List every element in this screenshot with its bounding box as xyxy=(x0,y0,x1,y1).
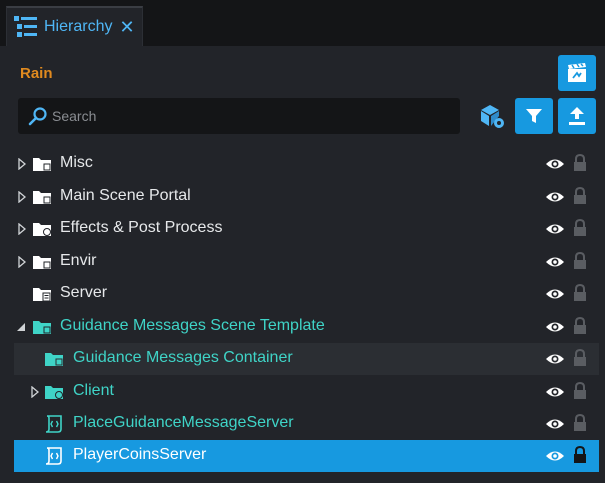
expand-arrow-icon[interactable] xyxy=(17,256,27,268)
tree-item[interactable]: Server xyxy=(14,278,599,310)
tree-item-label: PlaceGuidanceMessageServer xyxy=(73,414,294,431)
template-folder-icon xyxy=(45,353,63,366)
tree-item-label: Misc xyxy=(60,154,93,171)
upload-button[interactable] xyxy=(558,98,596,134)
tree-item-label: Effects & Post Process xyxy=(60,219,223,236)
lock-icon[interactable] xyxy=(573,349,587,367)
template-folder-icon xyxy=(33,321,51,334)
tree-item-label: PlayerCoinsServer xyxy=(73,446,207,463)
expand-arrow-icon[interactable] xyxy=(30,386,40,398)
scene-button[interactable] xyxy=(558,55,596,91)
lock-icon[interactable] xyxy=(573,414,587,432)
folder-icon xyxy=(33,256,51,269)
eye-icon[interactable] xyxy=(545,255,565,269)
lock-icon[interactable] xyxy=(573,284,587,302)
script-icon xyxy=(45,447,62,465)
tree-item[interactable]: Main Scene Portal xyxy=(14,181,599,213)
tree-item-label: Envir xyxy=(60,252,97,269)
tree-item-label: Guidance Messages Container xyxy=(73,349,293,366)
eye-icon[interactable] xyxy=(545,190,565,204)
tree-item-label: Server xyxy=(60,284,108,301)
folder-icon xyxy=(33,191,51,204)
tree-item-label: Main Scene Portal xyxy=(60,187,191,204)
eye-icon[interactable] xyxy=(545,320,565,334)
lock-icon[interactable] xyxy=(573,187,587,205)
eye-icon[interactable] xyxy=(545,287,565,301)
tree-item[interactable]: Guidance Messages Container xyxy=(14,343,599,375)
tree-item[interactable]: Misc xyxy=(14,148,599,180)
eye-icon[interactable] xyxy=(545,157,565,171)
hierarchy-panel: Rain Misc xyxy=(0,46,605,483)
tab-title: Hierarchy xyxy=(44,18,113,35)
eye-icon[interactable] xyxy=(545,222,565,236)
folder-icon xyxy=(33,158,51,171)
lock-icon[interactable] xyxy=(573,446,587,464)
tab-bar: Hierarchy ✕ xyxy=(0,0,605,46)
filter-icon xyxy=(526,109,542,123)
tree-item-label: Guidance Messages Scene Template xyxy=(60,317,325,334)
search-input[interactable] xyxy=(52,108,432,124)
tree-item[interactable]: Guidance Messages Scene Template xyxy=(14,311,599,343)
eye-icon[interactable] xyxy=(545,449,565,463)
tree-item[interactable]: PlaceGuidanceMessageServer xyxy=(14,408,599,440)
tab-hierarchy[interactable]: Hierarchy ✕ xyxy=(6,6,143,46)
eye-icon[interactable] xyxy=(545,352,565,366)
filter-button[interactable] xyxy=(515,98,553,134)
hierarchy-list-icon xyxy=(14,16,37,37)
folder-pin-icon xyxy=(33,223,51,236)
upload-icon xyxy=(569,107,585,125)
project-name: Rain xyxy=(20,65,53,82)
clapperboard-icon xyxy=(568,63,586,82)
expand-arrow-icon[interactable] xyxy=(17,158,27,170)
tree-item-label: Client xyxy=(73,382,114,399)
eye-icon[interactable] xyxy=(545,417,565,431)
lock-icon[interactable] xyxy=(573,154,587,172)
lock-icon[interactable] xyxy=(573,382,587,400)
server-folder-icon xyxy=(33,288,51,302)
expand-arrow-icon[interactable] xyxy=(17,223,27,235)
tree-item-selected[interactable]: PlayerCoinsServer xyxy=(14,440,599,472)
script-icon xyxy=(45,415,62,433)
cube-settings-icon[interactable] xyxy=(478,102,506,130)
close-icon[interactable]: ✕ xyxy=(119,18,134,36)
eye-icon[interactable] xyxy=(545,385,565,399)
tree-item[interactable]: Envir xyxy=(14,246,599,278)
search-icon xyxy=(28,107,47,126)
client-folder-icon xyxy=(45,386,63,399)
lock-icon[interactable] xyxy=(573,252,587,270)
collapse-arrow-icon[interactable] xyxy=(16,321,26,333)
lock-icon[interactable] xyxy=(573,317,587,335)
expand-arrow-icon[interactable] xyxy=(17,191,27,203)
tree-item[interactable]: Client xyxy=(14,376,599,408)
search-box[interactable] xyxy=(18,98,460,134)
tree-item[interactable]: Effects & Post Process xyxy=(14,213,599,245)
lock-icon[interactable] xyxy=(573,219,587,237)
